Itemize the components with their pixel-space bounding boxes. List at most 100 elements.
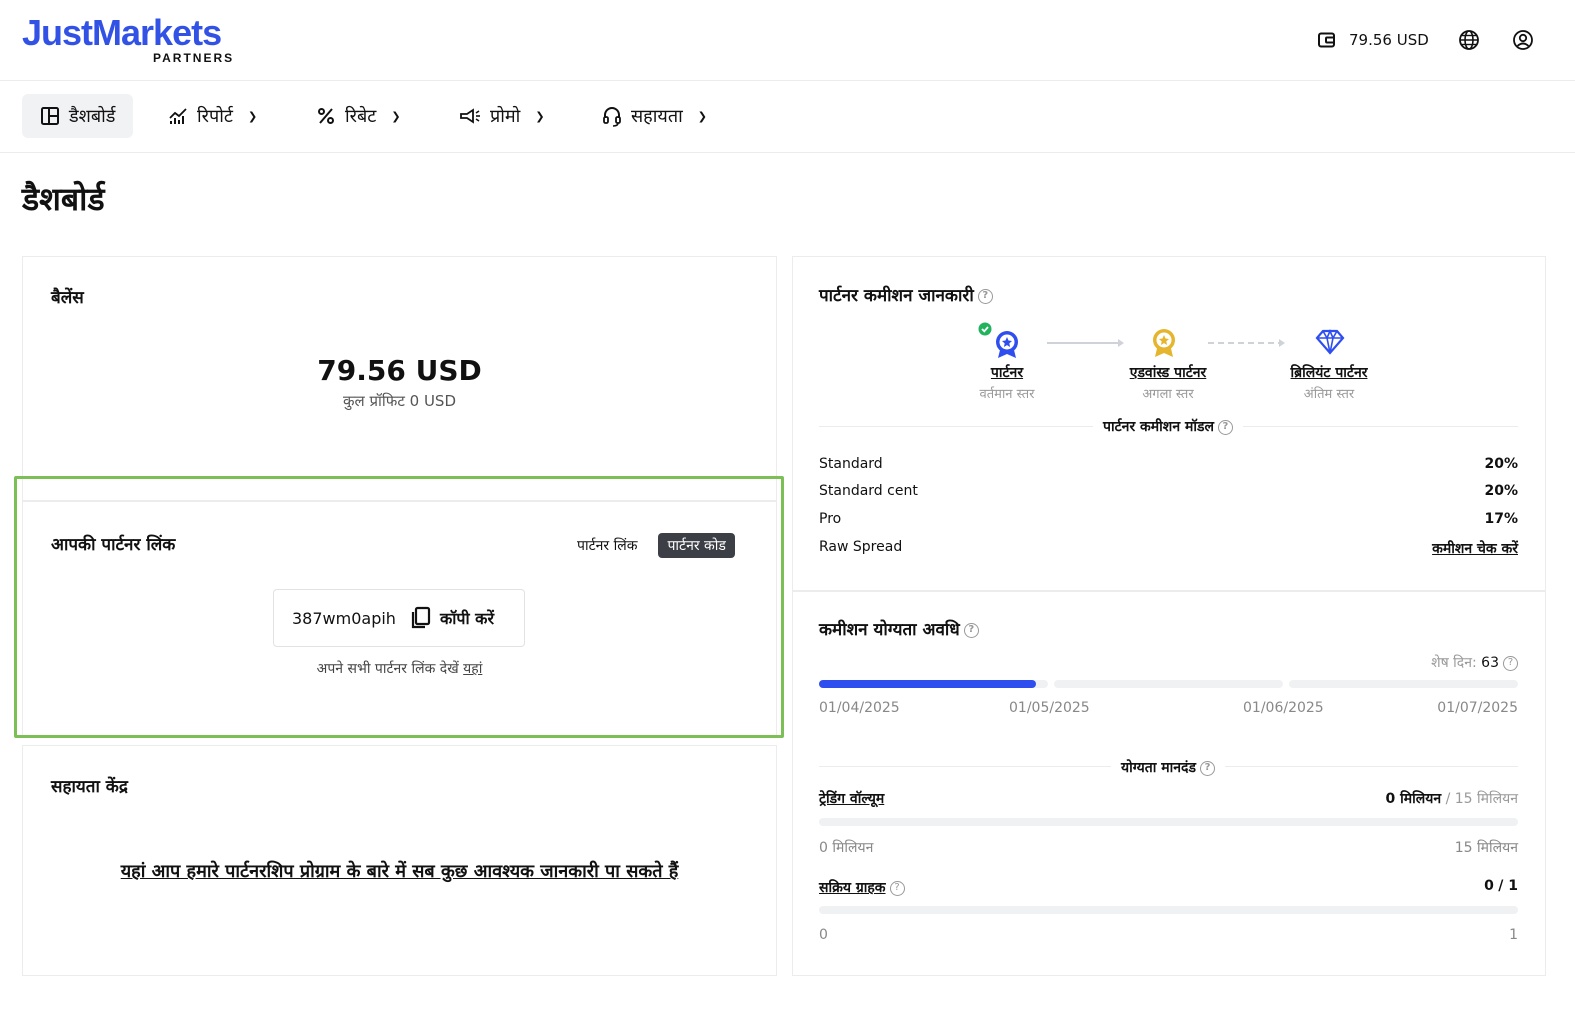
period-date: 01/05/2025	[1009, 700, 1090, 716]
percent-icon	[318, 108, 334, 124]
clients-target: / 1	[1498, 878, 1518, 894]
period-date: 01/06/2025	[1243, 700, 1324, 716]
partner-code-box: 387wm0apih कॉपी करें	[273, 589, 525, 647]
rate-account: Pro	[819, 511, 842, 527]
help-center-title: सहायता केंद्र	[51, 777, 128, 797]
nav-reports-label: रिपोर्ट	[197, 106, 233, 127]
check-commission-link[interactable]: कमीशन चेक करें	[1432, 539, 1518, 558]
copy-icon	[411, 606, 431, 629]
nav-reports[interactable]: रिपोर्ट ❯	[168, 94, 257, 138]
rate-value: 20%	[1484, 483, 1518, 499]
rate-row: Standard cent 20%	[819, 483, 1518, 499]
total-profit: कुल प्रॉफिट 0 USD	[342, 392, 457, 410]
rate-row: Raw Spread कमीशन चेक करें	[819, 539, 1518, 558]
balance-amount: 79.56 USD	[317, 354, 482, 387]
level-arrow-dashed	[1208, 339, 1285, 347]
globe-icon[interactable]	[1458, 29, 1480, 51]
chart-icon	[169, 108, 187, 124]
help-center-card: सहायता केंद्र यहां आप हमारे पार्टनरशिप प…	[22, 745, 777, 976]
account-icon[interactable]	[1512, 29, 1534, 51]
eligibility-card	[792, 591, 1546, 976]
see-all-links: अपने सभी पार्टनर लिंक देखें यहां	[23, 659, 776, 678]
criteria-heading: योग्यता मानदंड?	[818, 758, 1518, 777]
rate-account: Standard	[819, 456, 883, 472]
nav-dashboard[interactable]: डैशबोर्ड	[22, 94, 134, 138]
period-date: 01/07/2025	[1437, 700, 1518, 716]
partner-badge-icon	[978, 322, 1018, 358]
link-code-toggle: पार्टनर लिंक पार्टनर कोड	[568, 533, 735, 558]
level-advanced-name[interactable]: एडवांस्ड पार्टनर	[1098, 363, 1238, 382]
criteria-title: योग्यता मानदंड	[1121, 760, 1196, 776]
nav-help[interactable]: सहायता ❯	[602, 94, 707, 138]
clients-progress-bar	[819, 906, 1518, 914]
level-advanced: एडवांस्ड पार्टनर अगला स्तर	[1098, 363, 1238, 402]
main-nav: डैशबोर्ड रिपोर्ट ❯ रिबेट ❯ प्रोमो ❯ सहाय…	[0, 81, 1575, 153]
rate-row: Standard 20%	[819, 456, 1518, 472]
level-partner: पार्टनर वर्तमान स्तर	[937, 363, 1077, 402]
rate-row: Pro 17%	[819, 511, 1518, 527]
help-icon[interactable]: ?	[963, 622, 979, 638]
nav-promo[interactable]: प्रोमो ❯	[459, 94, 545, 138]
level-brilliant-name[interactable]: ब्रिलियंट पार्टनर	[1259, 363, 1399, 382]
see-all-link[interactable]: यहां	[463, 661, 482, 677]
chevron-down-icon: ❯	[247, 109, 258, 123]
copy-button[interactable]: कॉपी करें	[410, 606, 494, 630]
page-title: डैशबोर्ड	[22, 180, 105, 218]
remaining-days-label: शेष दिन:	[1431, 655, 1477, 671]
volume-min: 0 मिलियन	[819, 840, 874, 856]
help-center-link[interactable]: यहां आप हमारे पार्टनरशिप प्रोग्राम के बा…	[121, 861, 679, 882]
nav-rebate-label: रिबेट	[345, 106, 377, 127]
brand-sub: PARTNERS	[153, 51, 235, 65]
help-icon[interactable]: ?	[1199, 760, 1215, 776]
commission-model-heading: पार्टनर कमीशन मॉडल?	[818, 417, 1518, 436]
level-partner-name[interactable]: पार्टनर	[937, 363, 1077, 382]
partner-code-value: 387wm0apih	[292, 608, 396, 628]
help-icon[interactable]: ?	[889, 880, 905, 896]
volume-target: / 15 मिलियन	[1445, 791, 1518, 807]
help-icon[interactable]: ?	[1217, 419, 1233, 435]
level-brilliant-sub: अंतिम स्तर	[1303, 387, 1355, 402]
balance-card: बैलेंस 79.56 USD कुल प्रॉफिट 0 USD	[22, 256, 777, 501]
balance-card-title: बैलेंस	[51, 288, 84, 308]
chevron-down-icon: ❯	[697, 109, 707, 123]
trading-volume-link[interactable]: ट्रेडिंग वॉल्यूम	[819, 789, 884, 808]
partner-code-tab[interactable]: पार्टनर कोड	[658, 533, 735, 558]
level-partner-sub: वर्तमान स्तर	[979, 387, 1035, 402]
clients-current: 0	[1484, 878, 1494, 894]
nav-help-label: सहायता	[631, 106, 683, 127]
period-segment-3	[1289, 680, 1518, 688]
nav-promo-label: प्रोमो	[490, 106, 521, 127]
help-icon[interactable]: ?	[977, 288, 993, 304]
volume-row: ट्रेडिंग वॉल्यूम 0 मिलियन / 15 मिलियन	[819, 789, 1518, 808]
commission-title: पार्टनर कमीशन जानकारी?	[819, 283, 993, 306]
rate-account: Standard cent	[819, 483, 918, 499]
header-balance[interactable]: 79.56 USD	[1317, 28, 1429, 52]
help-icon[interactable]: ?	[1503, 655, 1518, 671]
clients-max: 1	[1509, 927, 1518, 943]
partner-link-tab[interactable]: पार्टनर लिंक	[568, 533, 646, 558]
diamond-icon	[1315, 329, 1345, 355]
rate-account: Raw Spread	[819, 539, 903, 555]
remaining-days-value: 63	[1481, 655, 1499, 671]
active-clients-link[interactable]: सक्रिय ग्राहक	[819, 880, 886, 896]
brand-name: JustMarkets	[22, 12, 222, 53]
nav-dashboard-label: डैशबोर्ड	[69, 106, 116, 127]
rate-value: 17%	[1484, 511, 1518, 527]
commission-model-title: पार्टनर कमीशन मॉडल	[1103, 419, 1214, 435]
chevron-down-icon: ❯	[535, 109, 545, 123]
top-bar: JustMarkets PARTNERS 79.56 USD	[0, 0, 1575, 81]
clients-min: 0	[819, 927, 828, 943]
megaphone-icon	[460, 108, 480, 124]
volume-current: 0 मिलियन	[1385, 791, 1442, 807]
level-brilliant: ब्रिलियंट पार्टनर अंतिम स्तर	[1259, 363, 1399, 402]
period-date: 01/04/2025	[819, 700, 900, 716]
period-segment-2	[1054, 680, 1283, 688]
headset-icon	[603, 107, 621, 127]
level-advanced-sub: अगला स्तर	[1142, 387, 1194, 402]
help-center-text: यहां आप हमारे पार्टनरशिप प्रोग्राम के बा…	[23, 859, 776, 883]
nav-rebate[interactable]: रिबेट ❯	[316, 94, 401, 138]
see-all-prefix: अपने सभी पार्टनर लिंक देखें	[316, 661, 459, 677]
brand-logo[interactable]: JustMarkets PARTNERS	[22, 12, 232, 66]
header-balance-value: 79.56 USD	[1349, 31, 1429, 49]
level-arrow	[1047, 339, 1124, 347]
